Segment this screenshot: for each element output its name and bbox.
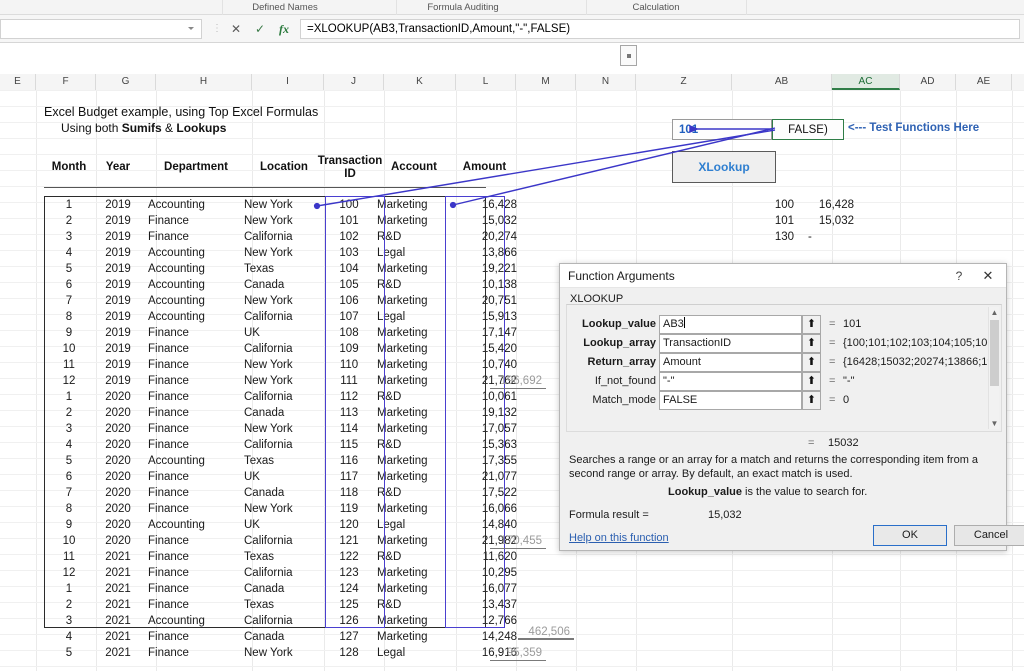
help-icon[interactable]: ?	[950, 268, 968, 284]
range-picker-icon-return_array[interactable]: ⬆	[802, 353, 821, 372]
dialog-titlebar: Function Arguments	[560, 264, 1006, 288]
dialog-arguments-panel: Lookup_valueAB3⬆=101Lookup_arrayTransact…	[566, 304, 1002, 432]
argument-label-if_not_found: If_not_found	[567, 372, 661, 391]
trace-line-amount	[453, 128, 775, 205]
argument-label-lookup_value: Lookup_value	[567, 315, 661, 334]
range-picker-icon-if_not_found[interactable]: ⬆	[802, 372, 821, 391]
argument-equals-sign: =	[829, 372, 835, 391]
argument-label-lookup_array: Lookup_array	[567, 334, 661, 353]
overall-result-equals: =	[808, 437, 814, 449]
scroll-up-icon[interactable]: ▲	[989, 307, 1000, 318]
function-arguments-dialog[interactable]: Function Arguments ? ✕ XLOOKUP Lookup_va…	[559, 263, 1007, 551]
dialog-title-text: Function Arguments	[568, 269, 675, 283]
argument-input-lookup_array[interactable]: TransactionID	[659, 334, 802, 353]
formula-result-label: Formula result =	[569, 509, 649, 521]
argument-input-lookup_value[interactable]: AB3	[659, 315, 802, 334]
argument-label-match_mode: Match_mode	[567, 391, 661, 410]
arguments-scrollbar[interactable]: ▲ ▼	[988, 307, 999, 429]
trace-arrowhead-lookup-value	[690, 126, 697, 132]
dialog-argument-row: Return_arrayAmount⬆ = {16428;15032;20274;1…	[567, 353, 1003, 372]
arg-help-name: Lookup_value	[668, 486, 742, 498]
trace-line-transaction-id	[317, 130, 775, 206]
dialog-argument-help: Lookup_value is the value to search for.	[668, 486, 998, 498]
argument-input-match_mode[interactable]: FALSE	[659, 391, 802, 410]
argument-input-return_array[interactable]: Amount	[659, 353, 802, 372]
overall-result-value: 15032	[828, 437, 859, 449]
dialog-argument-row: Lookup_arrayTransactionID⬆ = {100;101;102;…	[567, 334, 1003, 353]
argument-equals-sign: =	[829, 391, 835, 410]
help-on-this-function-link[interactable]: Help on this function	[569, 532, 669, 544]
range-picker-icon-match_mode[interactable]: ⬆	[802, 391, 821, 410]
text-cursor	[684, 317, 685, 328]
close-icon[interactable]: ✕	[978, 268, 998, 284]
arg-help-text: is the value to search for.	[742, 486, 867, 498]
argument-evaluated-value-return_array: {16428;15032;20274;13866;19221;10138;2..…	[843, 353, 991, 372]
argument-evaluated-value-lookup_value: 101	[843, 315, 991, 334]
argument-equals-sign: =	[829, 315, 835, 334]
argument-evaluated-value-if_not_found: "-"	[843, 372, 991, 391]
excel-window: Defined Names Formula Auditing Calculati…	[0, 0, 1024, 671]
range-picker-icon-lookup_array[interactable]: ⬆	[802, 334, 821, 353]
trace-dot-amount	[451, 203, 456, 208]
dialog-argument-row: Lookup_valueAB3⬆ = 101	[567, 315, 1003, 334]
argument-label-return_array: Return_array	[567, 353, 661, 372]
dialog-description: Searches a range or an array for a match…	[569, 453, 997, 481]
scroll-down-icon[interactable]: ▼	[989, 418, 1000, 429]
dialog-argument-row: If_not_found"-"⬆="-"	[567, 372, 1003, 391]
formula-result-value: 15,032	[708, 509, 742, 521]
scrollbar-thumb[interactable]	[990, 320, 999, 386]
argument-evaluated-value-match_mode: 0	[843, 391, 991, 410]
cancel-button[interactable]: Cancel	[954, 525, 1024, 546]
dialog-argument-row: Match_modeFALSE⬆ = 0	[567, 391, 1003, 410]
trace-dot-transaction-id	[315, 204, 320, 209]
range-picker-icon-lookup_value[interactable]: ⬆	[802, 315, 821, 334]
argument-input-if_not_found[interactable]: "-"	[659, 372, 802, 391]
argument-evaluated-value-lookup_array: {100;101;102;103;104;105;106;107;108;10.…	[843, 334, 991, 353]
argument-equals-sign: =	[829, 334, 835, 353]
ok-button[interactable]: OK	[873, 525, 947, 546]
argument-equals-sign: =	[829, 353, 835, 372]
